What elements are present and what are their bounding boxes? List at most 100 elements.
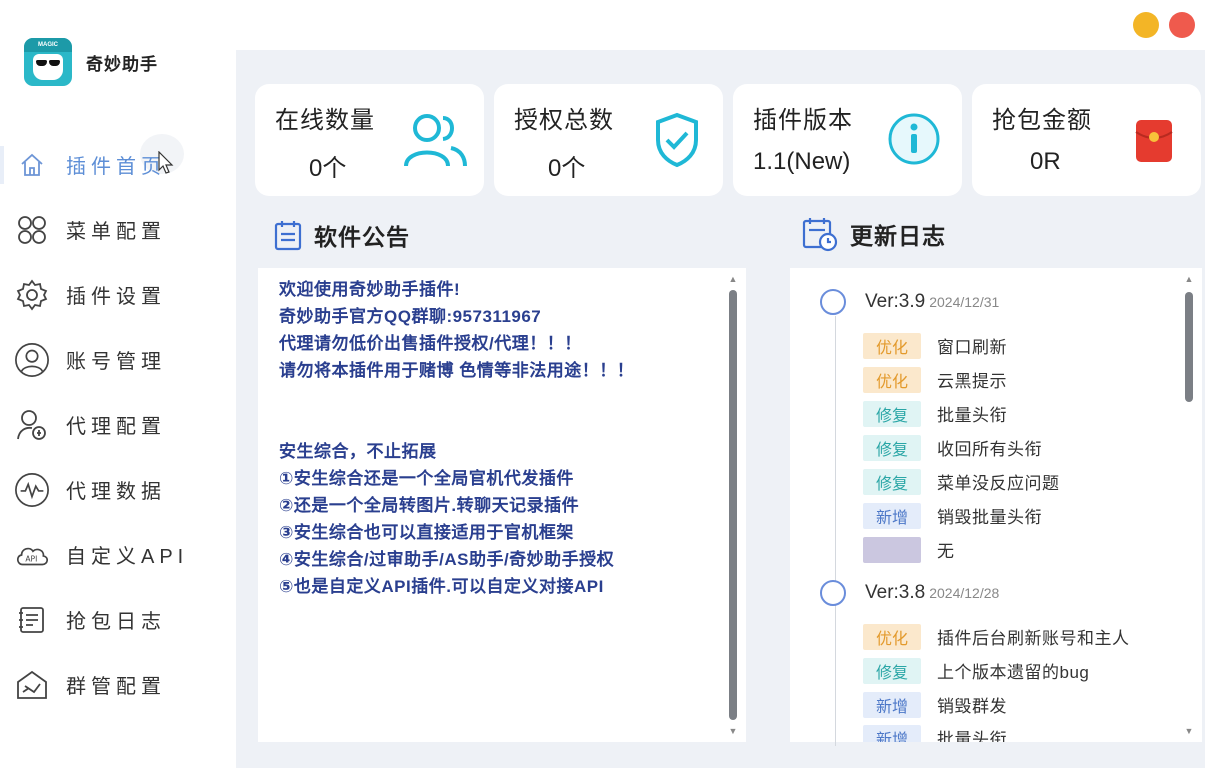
svg-text:API: API <box>25 554 37 563</box>
announcement-line: 欢迎使用奇妙助手插件! <box>279 280 461 299</box>
tag-badge: 修复 <box>863 468 921 495</box>
sidebar-item-plugin-home[interactable]: 插件首页 <box>0 132 236 197</box>
sidebar-item-custom-api[interactable]: API 自定义API <box>0 522 236 587</box>
stat-card-license: 授权总数 0个 <box>494 84 723 196</box>
scroll-up-arrow-icon[interactable]: ▲ <box>726 274 740 284</box>
changelog-entry: 优化 云黑提示 <box>863 366 1007 393</box>
entry-text: 批量头衔 <box>937 406 1007 425</box>
announcement-line: ①安生综合还是一个全局官机代发插件 <box>279 469 574 488</box>
changelog-entry: 修复 批量头衔 <box>863 400 1007 427</box>
stat-value: 1.1(New) <box>753 148 851 175</box>
announcement-scrollbar[interactable]: ▲ ▼ <box>726 274 740 736</box>
announcement-title: 软件公告 <box>314 224 410 250</box>
agent-icon <box>14 407 50 443</box>
changelog-entry: 无 <box>863 536 955 563</box>
scroll-down-arrow-icon[interactable]: ▼ <box>1182 726 1196 736</box>
changelog-entry: 修复 上个版本遗留的bug <box>863 657 1089 684</box>
entry-text: 无 <box>937 542 955 561</box>
changelog-title: 更新日志 <box>850 223 946 249</box>
sidebar-item-label: 代理配置 <box>66 416 166 438</box>
shield-check-icon <box>656 112 698 168</box>
sidebar-item-label: 插件首页 <box>66 156 166 178</box>
version-header: Ver:3.8 2024/12/28 <box>820 580 999 606</box>
sidebar-item-group-manage[interactable]: 群管配置 <box>0 652 236 717</box>
sidebar-item-agent-config[interactable]: 代理配置 <box>0 392 236 457</box>
mouse-cursor-icon <box>158 151 174 174</box>
stat-title: 在线数量 <box>275 107 375 134</box>
tag-badge: 修复 <box>863 657 921 684</box>
sidebar-item-account-manage[interactable]: 账号管理 <box>0 327 236 392</box>
logo-caption: MAGIC <box>24 38 72 52</box>
brand: MAGIC 奇妙助手 <box>24 38 158 86</box>
main-area: 在线数量 0个 授权总数 0个 插件版本 1.1(New) 抢包金额 0R 软件… <box>236 0 1205 768</box>
tag-badge: 新增 <box>863 691 921 718</box>
tag-badge: 优化 <box>863 332 921 359</box>
tag-badge: 优化 <box>863 366 921 393</box>
announcement-line: 请勿将本插件用于赌博 色情等非法用途！！！ <box>279 361 635 380</box>
announcement-line: ⑤也是自定义API插件.可以自定义对接API <box>279 577 604 596</box>
announcement-header: 软件公告 <box>274 218 410 252</box>
changelog-header: 更新日志 <box>802 216 946 252</box>
announcement-line: 安生综合，不止拓展 <box>279 442 437 461</box>
stat-title: 抢包金额 <box>992 107 1092 134</box>
sidebar-item-menu-config[interactable]: 菜单配置 <box>0 197 236 262</box>
timeline-dot-icon <box>820 580 846 606</box>
announcement-lines: 欢迎使用奇妙助手插件! 奇妙助手官方QQ群聊:957311967 代理请勿低价出… <box>279 276 719 600</box>
entry-text: 菜单没反应问题 <box>937 474 1060 493</box>
red-envelope-icon <box>1135 120 1173 162</box>
changelog-scrollbar[interactable]: ▲ ▼ <box>1182 274 1196 736</box>
info-icon <box>888 113 940 165</box>
users-icon <box>404 114 467 167</box>
entry-text: 窗口刷新 <box>937 338 1007 357</box>
changelog-panel[interactable]: Ver:3.9 2024/12/31 优化 窗口刷新 优化 云黑提示 修复 批量… <box>790 268 1202 746</box>
sidebar-item-label: 账号管理 <box>66 351 166 373</box>
entry-text: 上个版本遗留的bug <box>937 663 1090 682</box>
version-date: 2024/12/28 <box>929 585 1000 601</box>
stat-value: 0个 <box>309 155 347 182</box>
sidebar-item-plugin-settings[interactable]: 插件设置 <box>0 262 236 327</box>
tag-badge: 新增 <box>863 725 921 742</box>
changelog-entry: 修复 菜单没反应问题 <box>863 468 1060 495</box>
home-icon <box>14 147 50 183</box>
stat-title: 插件版本 <box>753 107 853 134</box>
timeline-dot-icon <box>820 289 846 315</box>
version-name: Ver:3.9 <box>865 291 926 312</box>
entry-text: 插件后台刷新账号和主人 <box>937 629 1130 648</box>
announcement-spacer <box>279 384 719 438</box>
group-manage-icon <box>14 667 50 703</box>
sidebar-item-label: 代理数据 <box>66 481 166 503</box>
announcement-line: 代理请勿低价出售插件授权/代理！！！ <box>279 334 582 353</box>
changelog-entry: 优化 插件后台刷新账号和主人 <box>863 623 1130 650</box>
entry-text: 销毁批量头衔 <box>937 508 1042 527</box>
sidebar-item-grab-log[interactable]: 抢包日志 <box>0 587 236 652</box>
tag-badge: 优化 <box>863 623 921 650</box>
tag-badge: 修复 <box>863 400 921 427</box>
entry-text: 云黑提示 <box>937 372 1007 391</box>
scroll-up-arrow-icon[interactable]: ▲ <box>1182 274 1196 284</box>
scroll-down-arrow-icon[interactable]: ▼ <box>726 726 740 736</box>
minimize-button[interactable] <box>1133 12 1159 38</box>
close-button[interactable] <box>1169 12 1195 38</box>
sidebar-item-label: 群管配置 <box>66 676 166 698</box>
changelog-entry: 新增 批量头衔 <box>863 725 1007 742</box>
api-cloud-icon: API <box>14 537 50 573</box>
announcement-panel[interactable]: 欢迎使用奇妙助手插件! 奇妙助手官方QQ群聊:957311967 代理请勿低价出… <box>258 268 746 742</box>
sidebar-item-label: 菜单配置 <box>66 221 166 243</box>
sidebar-item-agent-data[interactable]: 代理数据 <box>0 457 236 522</box>
calendar-icon <box>274 221 302 251</box>
announcement-line: ③安生综合也可以直接适用于官机框架 <box>279 523 574 542</box>
announcement-line: ②还是一个全局转图片.转聊天记录插件 <box>279 496 580 515</box>
entry-text: 销毁群发 <box>937 697 1007 716</box>
scroll-thumb[interactable] <box>729 290 737 720</box>
calendar-clock-icon <box>802 218 838 252</box>
scroll-thumb[interactable] <box>1185 292 1193 402</box>
log-icon <box>14 602 50 638</box>
tag-badge <box>863 536 921 563</box>
stat-card-amount: 抢包金额 0R <box>972 84 1201 196</box>
changelog-entry: 优化 窗口刷新 <box>863 332 1007 359</box>
app-logo: MAGIC <box>24 38 72 86</box>
stat-card-online: 在线数量 0个 <box>255 84 484 196</box>
tag-badge: 修复 <box>863 434 921 461</box>
sidebar-item-label: 自定义API <box>66 546 189 568</box>
grid-icon <box>14 212 50 248</box>
